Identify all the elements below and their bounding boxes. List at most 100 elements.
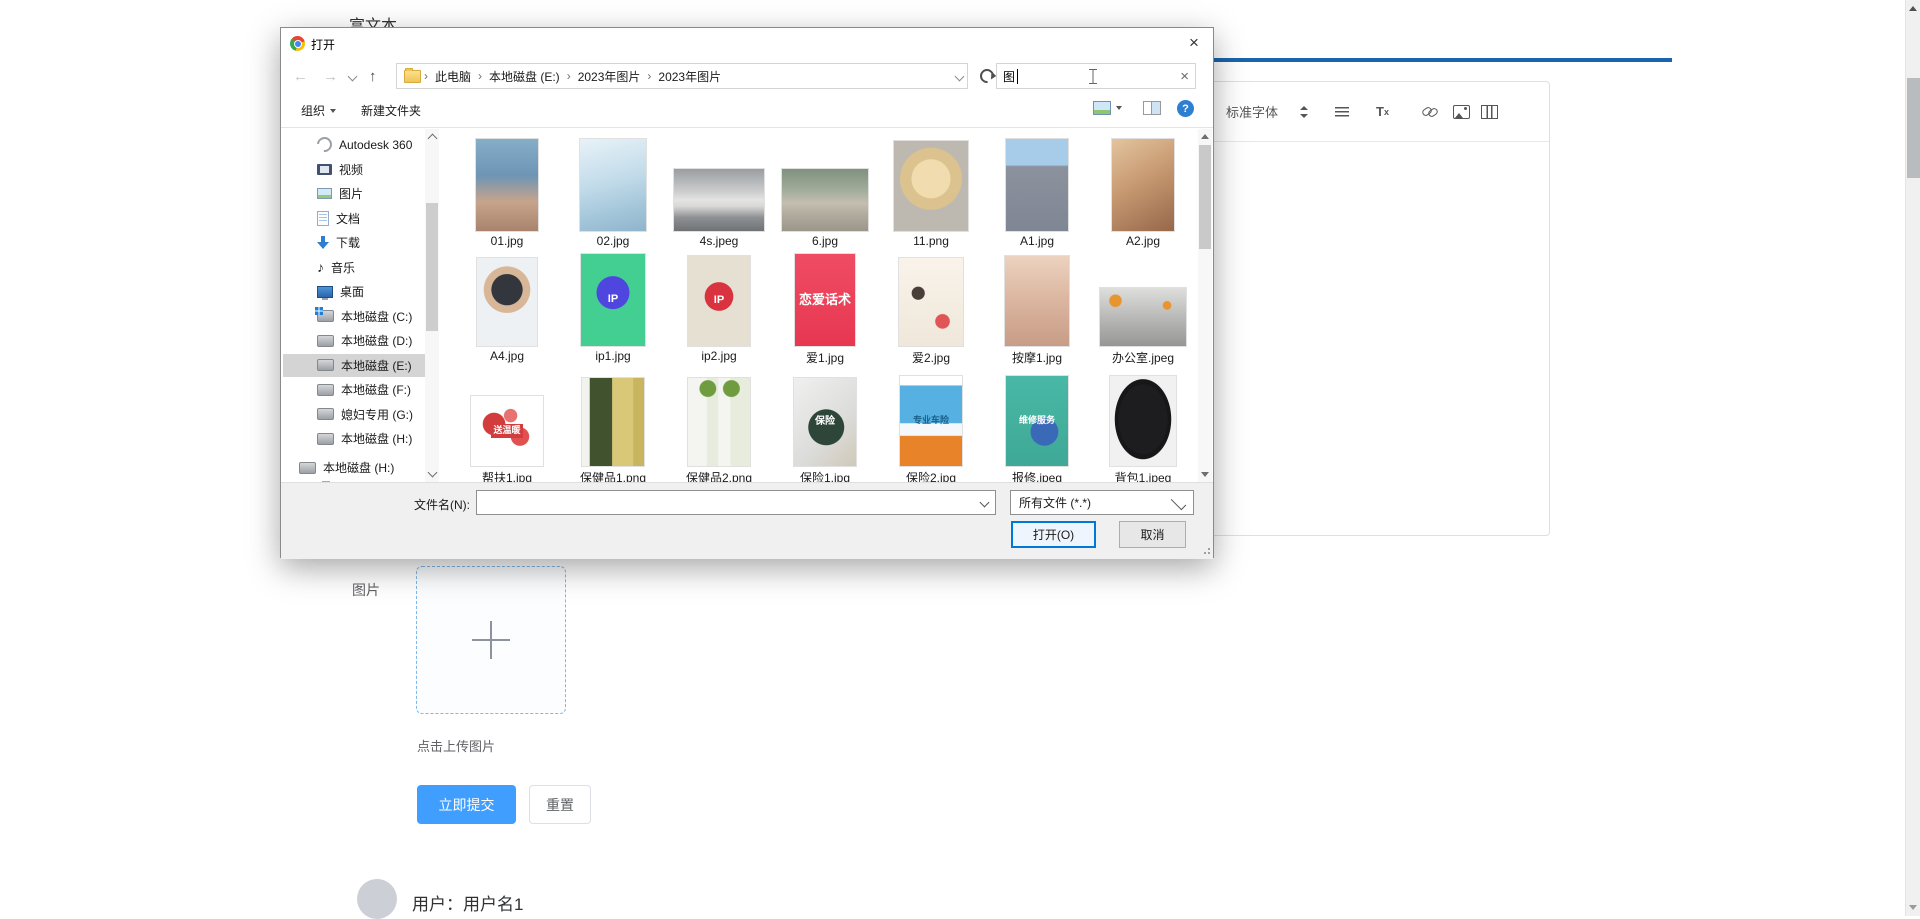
up-one-level-icon[interactable]: ↑	[369, 63, 377, 89]
filename-combobox[interactable]	[476, 490, 996, 515]
address-breadcrumb-bar[interactable]: › 此电脑 › 本地磁盘 (E:) › 2023年图片 › 2023年图片	[396, 63, 968, 89]
clear-format-icon[interactable]: Tx	[1376, 82, 1389, 141]
file-item[interactable]: A4.jpg	[454, 254, 560, 366]
sidebar-item[interactable]: 文档	[283, 207, 425, 230]
sidebar-scrollbar[interactable]	[425, 129, 439, 482]
search-input[interactable]	[1003, 69, 1017, 83]
file-item[interactable]: 6.jpg	[772, 139, 878, 248]
sidebar-item[interactable]: 视频	[283, 158, 425, 181]
file-grid-scrollbar[interactable]	[1198, 129, 1212, 482]
file-thumbnail	[674, 169, 764, 231]
filename-input[interactable]	[477, 495, 981, 510]
dialog-title-bar[interactable]: 打开 ×	[281, 28, 1213, 58]
scroll-down-arrow-icon[interactable]	[1201, 472, 1209, 477]
search-box[interactable]: ×	[996, 63, 1196, 89]
insert-video-icon[interactable]	[1481, 82, 1498, 141]
file-item[interactable]: 维修服务 报修.jpeg	[984, 374, 1090, 482]
file-item[interactable]: 01.jpg	[454, 139, 560, 248]
file-item[interactable]: A2.jpg	[1090, 139, 1196, 248]
open-button[interactable]: 打开(O)	[1011, 521, 1096, 548]
file-item[interactable]: 专业车险 保险2.jpg	[878, 374, 984, 482]
sidebar-item[interactable]: Autodesk 360	[283, 133, 425, 156]
help-button[interactable]: ?	[1177, 100, 1194, 117]
file-item[interactable]: IP ip1.jpg	[560, 254, 666, 366]
file-item[interactable]: 11.png	[878, 139, 984, 248]
scroll-down-arrow-icon[interactable]	[1909, 905, 1917, 910]
sidebar-item[interactable]: 本地磁盘 (D:)	[283, 329, 425, 352]
sidebar-item-label: 本地磁盘 (F:)	[341, 383, 411, 397]
sidebar-item[interactable]: 媳妇专用 (G:)	[283, 403, 425, 426]
file-thumbnail: 恋爱话术	[795, 254, 855, 346]
file-item[interactable]: 背包1.jpeg	[1090, 374, 1196, 482]
sidebar-item-label: 本地磁盘 (C:)	[341, 309, 413, 324]
sidebar-item[interactable]: 音乐	[283, 256, 425, 279]
file-item[interactable]: A1.jpg	[984, 139, 1090, 248]
search-clear-icon[interactable]: ×	[1180, 68, 1189, 85]
cancel-button[interactable]: 取消	[1119, 521, 1186, 548]
file-item[interactable]: 保健品1.png	[560, 374, 666, 482]
chrome-icon	[290, 36, 305, 51]
recent-locations-chevron-icon[interactable]	[347, 63, 358, 89]
file-item[interactable]: IP ip2.jpg	[666, 254, 772, 366]
close-icon[interactable]: ×	[1179, 30, 1209, 56]
new-folder-button[interactable]: 新建文件夹	[361, 102, 421, 119]
sidebar-item[interactable]: 图片	[283, 182, 425, 205]
file-item[interactable]: 02.jpg	[560, 139, 666, 248]
sidebar-item[interactable]: 桌面	[283, 280, 425, 303]
scroll-up-arrow-icon[interactable]	[427, 133, 438, 144]
submit-button[interactable]: 立即提交	[417, 785, 516, 824]
sidebar-scrollbar-thumb[interactable]	[426, 203, 438, 331]
chevron-down-icon	[1170, 494, 1187, 511]
file-item[interactable]: 保险 保险1.jpg	[772, 374, 878, 482]
sidebar-item[interactable]: 本地磁盘 (E:)	[283, 353, 425, 377]
upload-field-label: 图片	[352, 582, 380, 598]
sidebar-item[interactable]: 本地磁盘 (H:)	[283, 427, 425, 450]
sidebar-item[interactable]: 本地磁盘 (F:)	[283, 378, 425, 401]
filetype-select[interactable]: 所有文件 (*.*)	[1010, 490, 1194, 515]
thumbnail-text: 送温暖	[491, 424, 523, 438]
reset-button[interactable]: 重置	[529, 785, 591, 824]
back-arrow-icon[interactable]: ←	[293, 63, 308, 89]
font-family-select[interactable]: 标准字体	[1226, 82, 1278, 141]
link-icon[interactable]	[1422, 82, 1438, 141]
scroll-down-arrow-icon[interactable]	[427, 467, 438, 478]
file-item[interactable]: 送温暖 帮扶1.jpg	[454, 374, 560, 482]
breadcrumb-item[interactable]: 2023年图片	[571, 68, 648, 85]
resize-grip[interactable]	[1202, 548, 1210, 556]
file-thumbnail: IP	[581, 254, 645, 346]
scroll-up-arrow-icon[interactable]	[1909, 6, 1917, 11]
line-height-icon[interactable]	[1335, 82, 1349, 141]
file-thumbnail-area	[476, 139, 538, 231]
scroll-up-arrow-icon[interactable]	[1201, 134, 1209, 139]
breadcrumb-item[interactable]: 本地磁盘 (E:)	[482, 68, 567, 85]
sidebar-item[interactable]: 本地磁盘 (C:)	[283, 305, 425, 328]
forward-arrow-icon[interactable]: →	[323, 63, 338, 89]
file-item[interactable]: 爱2.jpg	[878, 254, 984, 366]
insert-image-icon[interactable]	[1453, 82, 1470, 141]
file-item[interactable]: 4s.jpeg	[666, 139, 772, 248]
address-dropdown-chevron-icon[interactable]	[954, 71, 965, 81]
change-view-button[interactable]	[1093, 101, 1122, 115]
file-name-label: 爱2.jpg	[911, 351, 951, 365]
file-item[interactable]: 恋爱话术 爱1.jpg	[772, 254, 878, 366]
file-item[interactable]: 办公室.jpeg	[1090, 254, 1196, 366]
thumbnail-text: IP	[607, 293, 619, 306]
sidebar-item-label: 桌面	[340, 285, 365, 299]
page-scrollbar-thumb[interactable]	[1907, 78, 1920, 178]
page-scrollbar[interactable]	[1905, 0, 1920, 916]
file-name-label: ip1.jpg	[595, 349, 631, 363]
sidebar-item-label: 文档	[336, 211, 361, 226]
file-item[interactable]: 按摩1.jpg	[984, 254, 1090, 366]
organize-button[interactable]: 组织	[301, 102, 337, 119]
file-name-label: 11.png	[913, 234, 949, 248]
breadcrumb-item[interactable]: 此电脑	[428, 68, 478, 85]
breadcrumb-item[interactable]: 2023年图片	[651, 68, 728, 85]
sidebar-item[interactable]: 下载	[283, 231, 425, 254]
file-grid-scrollbar-thumb[interactable]	[1199, 145, 1211, 249]
image-upload-dropzone[interactable]	[416, 566, 566, 714]
font-size-spinner[interactable]	[1300, 82, 1308, 141]
sidebar-item[interactable]: 本地磁盘 (H:)	[283, 456, 425, 479]
file-item[interactable]: 保健品2.png	[666, 374, 772, 482]
preview-pane-button[interactable]	[1143, 101, 1161, 115]
navigation-sidebar: Autodesk 360 视频图片文档下载音乐桌面本地磁盘 (C:) 本地磁盘 (D…	[283, 129, 441, 482]
